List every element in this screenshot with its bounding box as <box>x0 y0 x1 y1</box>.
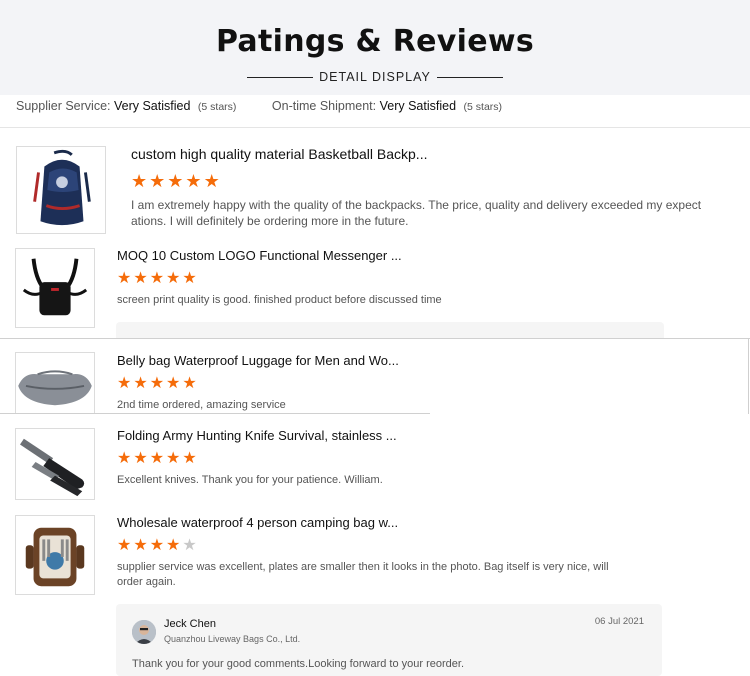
subtitle-divider-right <box>436 76 503 78</box>
subtitle-row: DETAIL DISPLAY <box>247 69 503 85</box>
star-icon: ★ <box>149 171 166 191</box>
supplier-reply: Jeck Chen Quanzhou Liveway Bags Co., Ltd… <box>116 604 662 676</box>
reply-date: 06 Jul 2021 <box>594 616 644 627</box>
reply-author-name: Jeck Chen <box>164 618 216 630</box>
star-icon: ★ <box>166 537 181 554</box>
star-icon: ★ <box>166 375 181 392</box>
supplier-service-value: Very Satisfied <box>113 99 191 113</box>
shipment-value: Very Satisfied <box>379 99 457 113</box>
waist-bag-image <box>16 353 94 413</box>
page-title: Patings & Reviews <box>215 24 535 59</box>
star-icon: ★ <box>167 171 184 191</box>
product-thumbnail[interactable] <box>15 248 95 328</box>
star-icon: ★ <box>133 450 148 467</box>
summary-divider <box>0 127 750 128</box>
shipment-label: On-time Shipment: <box>271 99 377 113</box>
review-rating: ★ ★ ★ ★ ★ <box>117 376 197 392</box>
picnic-backpack-image <box>16 516 94 594</box>
star-icon: ★ <box>133 537 148 554</box>
subtitle: DETAIL DISPLAY <box>319 70 431 84</box>
star-icon: ★ <box>149 450 165 467</box>
review-product-title[interactable]: MOQ 10 Custom LOGO Functional Messenger … <box>117 248 402 263</box>
star-icon: ★ <box>149 375 165 392</box>
review-rating: ★ ★ ★ ★ ★ <box>131 172 220 190</box>
supplier-service-stars: (5 stars) <box>197 101 237 113</box>
product-thumbnail[interactable] <box>15 515 95 595</box>
review-rating: ★ ★ ★ ★ ★ <box>117 538 197 554</box>
product-thumbnail[interactable] <box>15 428 95 500</box>
review-rating: ★ ★ ★ ★ ★ <box>117 451 197 467</box>
review-rating: ★ ★ ★ ★ ★ <box>117 271 197 287</box>
review-text: supplier service was excellent, plates a… <box>117 561 609 588</box>
reply-box-fragment <box>116 322 664 338</box>
shipment-stars: (5 stars) <box>463 101 503 113</box>
page-header: Patings & Reviews DETAIL DISPLAY <box>0 0 750 95</box>
star-icon: ★ <box>166 270 181 287</box>
product-thumbnail[interactable] <box>15 352 95 414</box>
product-thumbnail[interactable] <box>16 146 106 234</box>
star-icon: ★ <box>117 375 132 392</box>
star-icon: ★ <box>133 270 148 287</box>
person-avatar-icon <box>132 620 156 644</box>
star-icon: ★ <box>133 375 148 392</box>
review-product-title[interactable]: Belly bag Waterproof Luggage for Men and… <box>117 353 399 368</box>
review-product-title[interactable]: Wholesale waterproof 4 person camping ba… <box>117 515 398 530</box>
knives-image <box>16 429 94 499</box>
review-text: screen print quality is good. finished p… <box>117 294 442 306</box>
image-seam <box>0 413 430 414</box>
star-icon: ★ <box>166 450 181 467</box>
star-icon: ★ <box>182 450 197 467</box>
star-icon: ★ <box>182 375 197 392</box>
avatar <box>132 620 156 644</box>
star-icon: ★ <box>185 171 202 191</box>
star-icon: ★ <box>149 270 165 287</box>
backpack-image <box>17 147 105 233</box>
review-text: Excellent knives. Thank you for your pat… <box>117 474 383 486</box>
star-icon: ★ <box>117 537 132 554</box>
review-text: I am extremely happy with the quality of… <box>131 198 702 228</box>
supplier-service-label: Supplier Service: <box>16 99 111 113</box>
star-icon: ★ <box>182 270 197 287</box>
star-empty-icon: ★ <box>182 537 197 554</box>
chest-bag-image <box>16 249 94 327</box>
image-seam <box>0 338 750 339</box>
reply-message: Thank you for your good comments.Looking… <box>132 658 465 670</box>
review-product-title[interactable]: custom high quality material Basketball … <box>131 146 427 162</box>
star-icon: ★ <box>117 450 132 467</box>
star-icon: ★ <box>131 171 148 191</box>
star-icon: ★ <box>149 537 165 554</box>
image-seam-edge <box>748 338 749 414</box>
subtitle-divider-left <box>247 76 314 78</box>
star-icon: ★ <box>203 171 220 191</box>
ratings-summary: Supplier Service: Very Satisfied (5 star… <box>16 99 502 113</box>
star-icon: ★ <box>117 270 132 287</box>
reply-author-company: Quanzhou Liveway Bags Co., Ltd. <box>164 634 301 644</box>
review-product-title[interactable]: Folding Army Hunting Knife Survival, sta… <box>117 428 397 443</box>
review-text: 2nd time ordered, amazing service <box>117 399 286 411</box>
